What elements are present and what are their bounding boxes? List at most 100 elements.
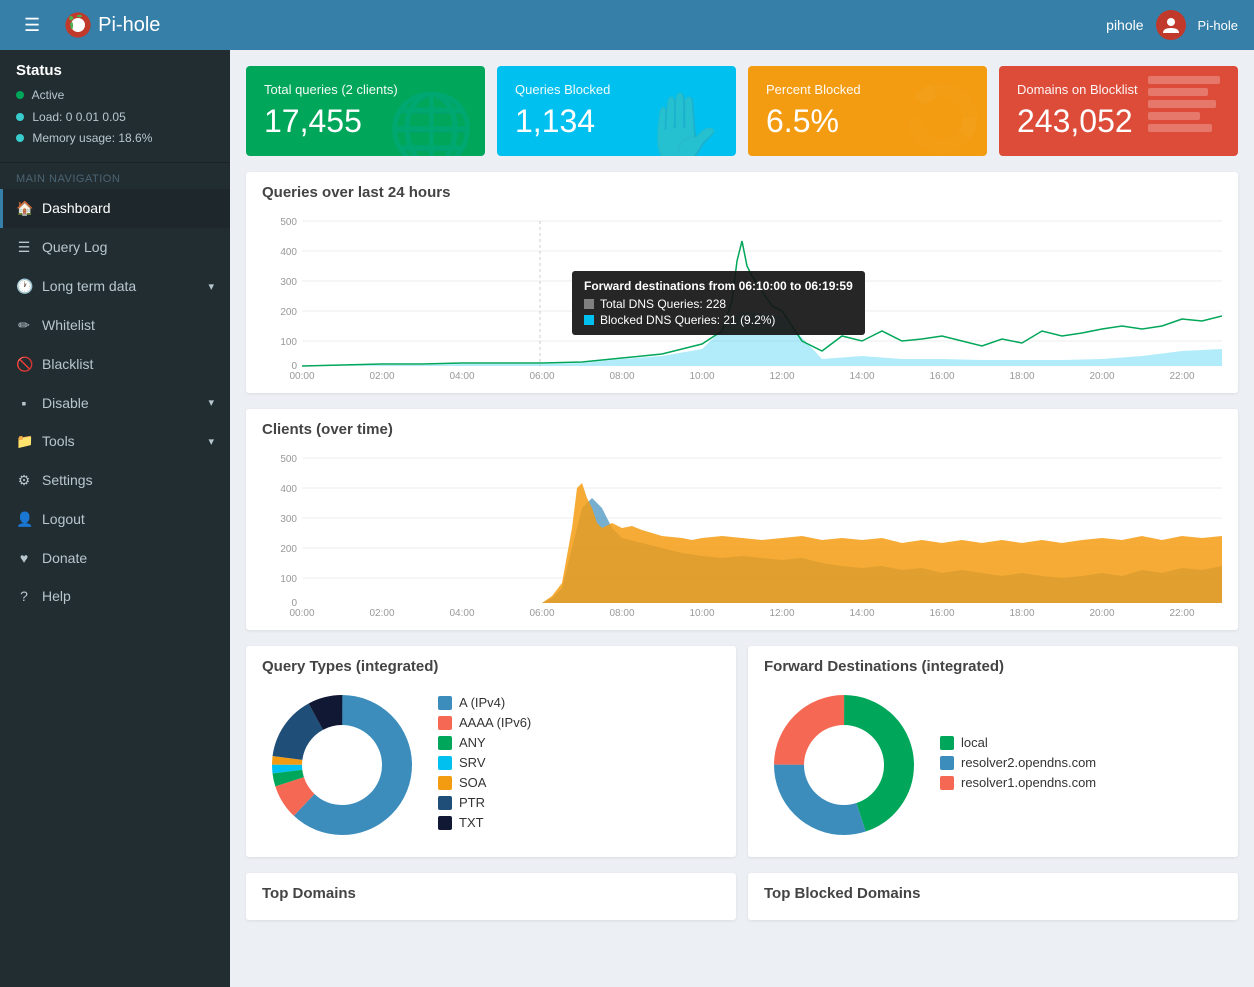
stat-queries-blocked: Queries Blocked 1,134 ✋ xyxy=(497,66,736,156)
svg-text:08:00: 08:00 xyxy=(609,371,634,381)
globe-icon: 🌐 xyxy=(388,94,475,156)
top-domains-title: Top Domains xyxy=(262,885,720,902)
legend-item-soa: SOA xyxy=(438,775,531,790)
sidebar-item-dashboard[interactable]: 🏠 Dashboard xyxy=(0,189,230,228)
stat-domains-blocklist: Domains on Blocklist 243,052 xyxy=(999,66,1238,156)
sidebar-toggle[interactable]: ☰ xyxy=(16,11,48,40)
svg-text:10:00: 10:00 xyxy=(689,371,714,381)
svg-text:12:00: 12:00 xyxy=(769,608,794,618)
svg-text:200: 200 xyxy=(280,307,297,318)
legend-item-ptr: PTR xyxy=(438,795,531,810)
legend-color-txt xyxy=(438,816,452,830)
legend-item-resolver2: resolver2.opendns.com xyxy=(940,755,1096,770)
heart-icon: ♥ xyxy=(16,550,32,566)
svg-text:500: 500 xyxy=(280,217,297,228)
sidebar-item-blacklist[interactable]: 🚫 Blacklist xyxy=(0,345,230,384)
status-dot-active xyxy=(16,91,24,99)
sidebar-item-help[interactable]: ? Help xyxy=(0,577,230,615)
status-title: Status xyxy=(16,62,214,79)
query-types-title: Query Types (integrated) xyxy=(262,658,720,675)
status-load: Load: 0 0.01 0.05 xyxy=(16,107,214,129)
svg-text:10:00: 10:00 xyxy=(689,608,714,618)
svg-text:14:00: 14:00 xyxy=(849,371,874,381)
chevron-down-icon-3: ▾ xyxy=(208,435,214,448)
chevron-down-icon: ▾ xyxy=(208,280,214,293)
sidebar: Status Active Load: 0 0.01 0.05 Memory u… xyxy=(0,50,230,987)
svg-text:16:00: 16:00 xyxy=(929,608,954,618)
svg-text:300: 300 xyxy=(280,514,297,525)
svg-text:18:00: 18:00 xyxy=(1009,371,1034,381)
user-icon: 👤 xyxy=(16,511,32,528)
stat-percent-blocked: Percent Blocked 6.5% xyxy=(748,66,987,156)
square-icon: ▪ xyxy=(16,395,32,411)
navbar-username: pihole xyxy=(1106,17,1143,33)
chevron-down-icon-2: ▾ xyxy=(208,396,214,409)
avatar xyxy=(1156,10,1186,40)
folder-icon: 📁 xyxy=(16,433,32,450)
hand-icon: ✋ xyxy=(639,94,726,156)
chart-clients: Clients (over time) 500 400 300 200 100 … xyxy=(246,409,1238,630)
forward-destinations-content: local resolver2.opendns.com resolver1.op… xyxy=(764,685,1222,845)
status-active: Active xyxy=(16,85,214,107)
query-types-content: A (IPv4) AAAA (IPv6) ANY SRV xyxy=(262,685,720,845)
clock-icon: 🕐 xyxy=(16,278,32,295)
svg-text:06:00: 06:00 xyxy=(529,608,554,618)
chart-queries: Queries over last 24 hours 500 400 300 2… xyxy=(246,172,1238,393)
svg-text:400: 400 xyxy=(280,484,297,495)
main-content: Total queries (2 clients) 17,455 🌐 Queri… xyxy=(230,50,1254,987)
list-icon: ☰ xyxy=(16,239,32,256)
svg-text:04:00: 04:00 xyxy=(449,608,474,618)
sidebar-item-donate[interactable]: ♥ Donate xyxy=(0,539,230,577)
sidebar-item-tools[interactable]: 📁 Tools ▾ xyxy=(0,422,230,461)
chart-clients-container: 500 400 300 200 100 0 00:00 02:00 04:00 … xyxy=(262,448,1222,618)
sidebar-status: Status Active Load: 0 0.01 0.05 Memory u… xyxy=(0,50,230,163)
svg-text:300: 300 xyxy=(280,277,297,288)
legend-item-local: local xyxy=(940,735,1096,750)
svg-text:400: 400 xyxy=(280,247,297,258)
question-icon: ? xyxy=(16,588,32,604)
nav-label: MAIN NAVIGATION xyxy=(0,163,230,189)
svg-text:02:00: 02:00 xyxy=(369,371,394,381)
svg-text:22:00: 22:00 xyxy=(1169,371,1194,381)
chart-clients-title: Clients (over time) xyxy=(262,421,1222,438)
top-domains-row: Top Domains Top Blocked Domains xyxy=(246,873,1238,920)
status-memory: Memory usage: 18.6% xyxy=(16,128,214,150)
sidebar-item-disable[interactable]: ▪ Disable ▾ xyxy=(0,384,230,422)
sidebar-item-settings[interactable]: ⚙ Settings xyxy=(0,461,230,500)
svg-text:22:00: 22:00 xyxy=(1169,608,1194,618)
navbar: ☰ Pi-hole pihole Pi-hole xyxy=(0,0,1254,50)
sidebar-item-whitelist[interactable]: ✏ Whitelist xyxy=(0,306,230,345)
avatar-icon xyxy=(1161,15,1181,35)
legend-color-srv xyxy=(438,756,452,770)
legend-color-ipv4 xyxy=(438,696,452,710)
svg-text:14:00: 14:00 xyxy=(849,608,874,618)
legend-item-srv: SRV xyxy=(438,755,531,770)
svg-text:06:00: 06:00 xyxy=(529,371,554,381)
svg-text:100: 100 xyxy=(280,574,297,585)
sidebar-item-long-term-data[interactable]: 🕐 Long term data ▾ xyxy=(0,267,230,306)
top-blocked-title: Top Blocked Domains xyxy=(764,885,1222,902)
sidebar-item-query-log[interactable]: ☰ Query Log xyxy=(0,228,230,267)
bottom-row: Query Types (integrated) xyxy=(246,646,1238,857)
stat-total-queries: Total queries (2 clients) 17,455 🌐 xyxy=(246,66,485,156)
legend-color-resolver2 xyxy=(940,756,954,770)
brand-link[interactable]: Pi-hole xyxy=(64,11,160,39)
forward-destinations-title: Forward Destinations (integrated) xyxy=(764,658,1222,675)
svg-text:02:00: 02:00 xyxy=(369,608,394,618)
list-icon-bg xyxy=(1148,76,1228,132)
query-types-card: Query Types (integrated) xyxy=(246,646,736,857)
edit-icon: ✏ xyxy=(16,317,32,334)
svg-text:500: 500 xyxy=(280,454,297,465)
legend-color-any xyxy=(438,736,452,750)
svg-text:20:00: 20:00 xyxy=(1089,608,1114,618)
svg-text:100: 100 xyxy=(280,337,297,348)
navbar-right: pihole Pi-hole xyxy=(1106,10,1238,40)
svg-text:00:00: 00:00 xyxy=(289,371,314,381)
home-icon: 🏠 xyxy=(16,200,32,217)
legend-color-soa xyxy=(438,776,452,790)
query-types-donut xyxy=(262,685,422,845)
legend-item-ipv6: AAAA (IPv6) xyxy=(438,715,531,730)
sidebar-item-logout[interactable]: 👤 Logout xyxy=(0,500,230,539)
svg-text:16:00: 16:00 xyxy=(929,371,954,381)
status-dot-memory xyxy=(16,134,24,142)
